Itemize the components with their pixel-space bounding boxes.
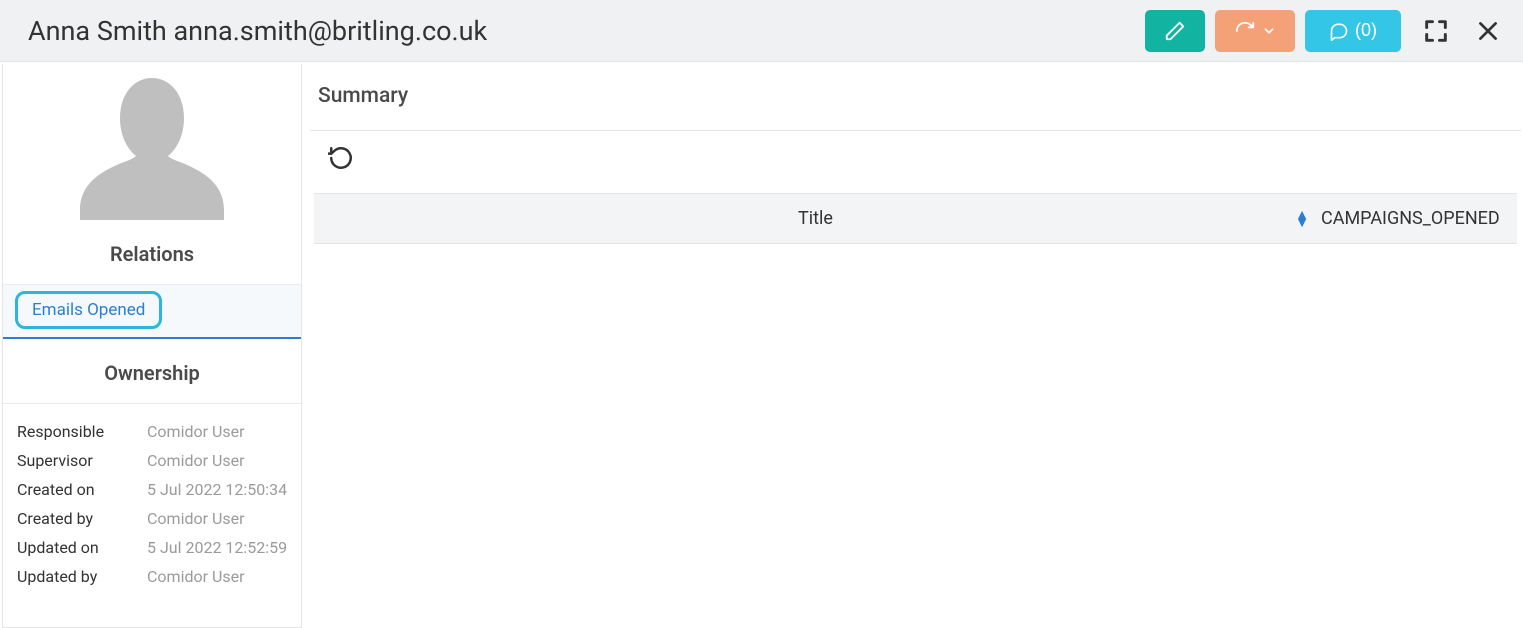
ownership-row: Created by Comidor User: [17, 509, 289, 528]
relations-heading: Relations: [3, 242, 301, 284]
refresh-button[interactable]: [328, 145, 354, 174]
page-title: Anna Smith anna.smith@britling.co.uk: [28, 15, 487, 47]
ownership-row: Updated by Comidor User: [17, 567, 289, 586]
ownership-value: Comidor User: [147, 422, 245, 441]
comments-count: (0): [1355, 20, 1377, 41]
speech-bubble-icon: [1329, 21, 1349, 41]
table-header-row: Title ▲▼ CAMPAIGNS_OPENED: [314, 194, 1517, 244]
ownership-label: Updated by: [17, 567, 147, 586]
column-title[interactable]: Title ▲▼: [314, 194, 1317, 244]
ownership-label: Created by: [17, 509, 147, 528]
edit-button[interactable]: [1145, 10, 1205, 52]
fullscreen-icon: [1422, 17, 1450, 45]
cycle-icon: [1234, 20, 1256, 42]
sidebar: Relations Emails Opened Ownership Respon…: [2, 64, 302, 628]
ownership-value: Comidor User: [147, 567, 245, 586]
chevron-down-icon: [1262, 24, 1276, 38]
ownership-row: Updated on 5 Jul 2022 12:52:59: [17, 538, 289, 557]
ownership-value: Comidor User: [147, 509, 245, 528]
summary-toolbar: [310, 131, 1521, 193]
ownership-label: Created on: [17, 480, 147, 499]
avatar: [3, 64, 301, 242]
close-icon: [1475, 18, 1501, 44]
refresh-dropdown-button[interactable]: [1215, 10, 1295, 52]
close-button[interactable]: [1471, 14, 1505, 48]
main-panel: Summary Title ▲▼ CAMP: [306, 62, 1523, 628]
summary-table: Title ▲▼ CAMPAIGNS_OPENED: [314, 193, 1517, 244]
header-actions: (0): [1145, 10, 1505, 52]
summary-heading: Summary: [310, 66, 1521, 131]
ownership-list: Responsible Comidor User Supervisor Comi…: [3, 404, 301, 596]
pencil-icon: [1164, 20, 1186, 42]
ownership-row: Supervisor Comidor User: [17, 451, 289, 470]
ownership-heading: Ownership: [3, 339, 301, 404]
header-bar: Anna Smith anna.smith@britling.co.uk (0): [0, 0, 1523, 62]
column-campaigns-opened[interactable]: CAMPAIGNS_OPENED: [1317, 194, 1517, 244]
ownership-value: Comidor User: [147, 451, 245, 470]
ownership-label: Responsible: [17, 422, 147, 441]
ownership-value: 5 Jul 2022 12:50:34: [147, 480, 287, 499]
relation-item-label: Emails Opened: [15, 291, 162, 329]
comments-button[interactable]: (0): [1305, 10, 1401, 52]
refresh-icon: [328, 145, 354, 171]
relation-item-emails-opened[interactable]: Emails Opened: [3, 284, 301, 339]
ownership-row: Responsible Comidor User: [17, 422, 289, 441]
fullscreen-button[interactable]: [1419, 14, 1453, 48]
ownership-value: 5 Jul 2022 12:52:59: [147, 538, 287, 557]
sort-icon[interactable]: ▲▼: [1295, 211, 1309, 227]
ownership-label: Supervisor: [17, 451, 147, 470]
ownership-row: Created on 5 Jul 2022 12:50:34: [17, 480, 289, 499]
ownership-label: Updated on: [17, 538, 147, 557]
